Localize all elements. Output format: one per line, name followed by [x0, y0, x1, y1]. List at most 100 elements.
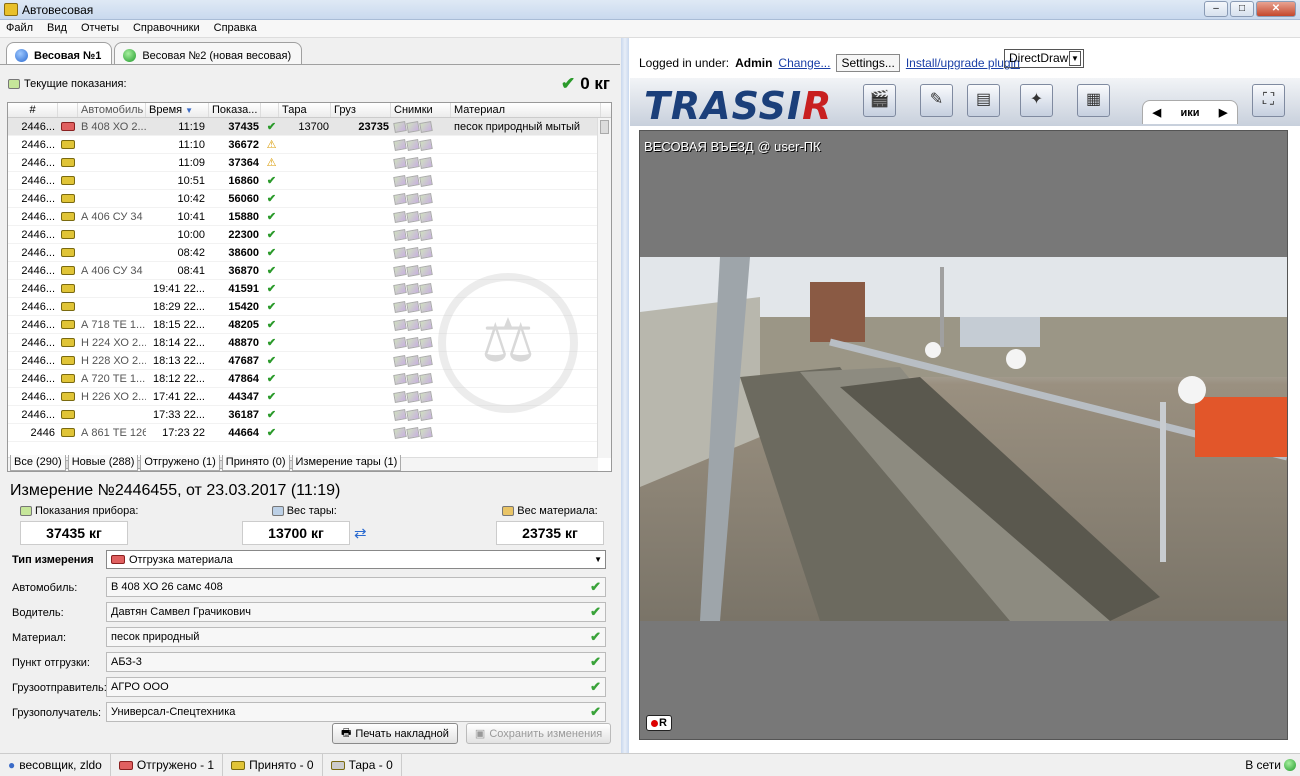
field-input[interactable]: В 408 ХО 26 самс 408 ✔: [106, 577, 606, 597]
snapshot-icon[interactable]: [393, 157, 407, 169]
field-input[interactable]: Универсал-Спецтехника ✔: [106, 702, 606, 722]
snapshot-icon[interactable]: [393, 121, 407, 133]
snapshot-icon[interactable]: [419, 373, 433, 385]
save-changes-button[interactable]: ▣ Сохранить изменения: [465, 723, 612, 744]
col-car[interactable]: Автомобиль: [78, 103, 146, 117]
table-row[interactable]: 2446... 10:00 22300 ✔: [8, 226, 611, 244]
snapshot-icon[interactable]: [393, 319, 407, 331]
snapshot-icon[interactable]: [406, 247, 420, 259]
maximize-button[interactable]: □: [1230, 1, 1254, 17]
render-mode-select[interactable]: DirectDraw ▼: [1004, 49, 1084, 68]
snapshot-icon[interactable]: [419, 391, 433, 403]
record-button[interactable]: R: [646, 715, 672, 731]
snapshot-icon[interactable]: [406, 121, 420, 133]
snapshot-icon[interactable]: [406, 265, 420, 277]
filter-new[interactable]: Новые (288): [67, 455, 139, 471]
col-load[interactable]: Груз: [331, 103, 391, 117]
snapshot-icon[interactable]: [419, 121, 433, 133]
table-row[interactable]: 2446... 10:42 56060 ✔: [8, 190, 611, 208]
magic-wand-icon[interactable]: ✦: [1020, 84, 1053, 117]
snapshot-icon[interactable]: [419, 211, 433, 223]
clapper-icon[interactable]: 🎬: [863, 84, 896, 117]
snapshot-icon[interactable]: [406, 157, 420, 169]
col-snapshots[interactable]: Снимки: [391, 103, 451, 117]
type-select[interactable]: Отгрузка материала ▼: [106, 550, 606, 569]
snapshot-icon[interactable]: [393, 283, 407, 295]
col-tare[interactable]: Тара: [279, 103, 331, 117]
col-material[interactable]: Материал: [451, 103, 601, 117]
col-time[interactable]: Время ▼: [146, 103, 209, 117]
table-row[interactable]: 2446... А 406 СУ 34 10:41 15880 ✔: [8, 208, 611, 226]
snapshot-icon[interactable]: [406, 391, 420, 403]
snapshot-icon[interactable]: [406, 175, 420, 187]
snapshot-icon[interactable]: [419, 265, 433, 277]
edit-icon[interactable]: ✎: [920, 84, 953, 117]
grid-layout-icon[interactable]: ▦: [1077, 84, 1110, 117]
snapshot-icon[interactable]: [419, 247, 433, 259]
scroll-thumb[interactable]: [600, 120, 609, 134]
snapshot-icon[interactable]: [419, 301, 433, 313]
snapshot-icon[interactable]: [419, 139, 433, 151]
vertical-scrollbar[interactable]: [597, 118, 611, 458]
camera-view-area[interactable]: ВЕСОВАЯ ВЪЕЗД @ user-ПК R: [639, 130, 1288, 740]
snapshot-icon[interactable]: [393, 175, 407, 187]
menu-file[interactable]: Файл: [6, 22, 33, 37]
filter-shipped[interactable]: Отгружено (1): [140, 455, 220, 471]
print-invoice-button[interactable]: 🖶 Печать накладной: [332, 723, 458, 744]
snapshot-icon[interactable]: [419, 175, 433, 187]
snapshot-icon[interactable]: [419, 427, 433, 439]
filter-tare[interactable]: Измерение тары (1): [291, 455, 402, 471]
table-row[interactable]: 2446... 11:09 37364 ⚠: [8, 154, 611, 172]
field-input[interactable]: АБЗ-3 ✔: [106, 652, 606, 672]
snapshot-icon[interactable]: [393, 301, 407, 313]
snapshot-icon[interactable]: [393, 211, 407, 223]
snapshot-icon[interactable]: [393, 229, 407, 241]
table-row[interactable]: 2446... 10:51 16860 ✔: [8, 172, 611, 190]
refresh-icon[interactable]: ⇄: [354, 524, 367, 542]
document-icon[interactable]: ▤: [967, 84, 1000, 117]
snapshot-icon[interactable]: [406, 373, 420, 385]
menu-help[interactable]: Справка: [214, 22, 257, 37]
snapshot-icon[interactable]: [393, 337, 407, 349]
minimize-button[interactable]: –: [1204, 1, 1228, 17]
snapshot-icon[interactable]: [393, 409, 407, 421]
install-plugin-link[interactable]: Install/upgrade plugin: [906, 56, 1020, 70]
menu-directories[interactable]: Справочники: [133, 22, 200, 37]
col-status[interactable]: [261, 103, 279, 117]
snapshot-icon[interactable]: [419, 355, 433, 367]
field-input[interactable]: Давтян Самвел Грачикович ✔: [106, 602, 606, 622]
change-link[interactable]: Change...: [778, 56, 830, 70]
fullscreen-icon[interactable]: ⛶: [1252, 84, 1285, 117]
menu-view[interactable]: Вид: [47, 22, 67, 37]
col-id[interactable]: #: [8, 103, 58, 117]
snapshot-icon[interactable]: [406, 283, 420, 295]
measurements-table[interactable]: # Автомобиль Время ▼ Показа... Тара Груз…: [7, 102, 612, 472]
tab-scale-1[interactable]: Весовая №1: [6, 42, 113, 64]
field-input[interactable]: АГРО ООО ✔: [106, 677, 606, 697]
snapshot-icon[interactable]: [406, 139, 420, 151]
snapshot-icon[interactable]: [419, 193, 433, 205]
col-reading[interactable]: Показа...: [209, 103, 261, 117]
tab-scale-2[interactable]: Весовая №2 (новая весовая): [114, 42, 303, 64]
close-button[interactable]: ✕: [1256, 1, 1296, 17]
snapshot-icon[interactable]: [419, 337, 433, 349]
snapshot-icon[interactable]: [393, 355, 407, 367]
menu-reports[interactable]: Отчеты: [81, 22, 119, 37]
snapshot-icon[interactable]: [393, 427, 407, 439]
snapshot-icon[interactable]: [419, 229, 433, 241]
filter-all[interactable]: Все (290): [10, 455, 66, 471]
arrow-left-icon[interactable]: ◀: [1153, 106, 1161, 119]
table-row[interactable]: 2446 А 861 ТЕ 126 17:23 22 44664 ✔: [8, 424, 611, 442]
snapshot-icon[interactable]: [406, 337, 420, 349]
snapshot-icon[interactable]: [406, 229, 420, 241]
snapshot-icon[interactable]: [393, 139, 407, 151]
snapshot-icon[interactable]: [406, 409, 420, 421]
snapshot-icon[interactable]: [406, 211, 420, 223]
settings-button[interactable]: Settings...: [836, 54, 900, 72]
snapshot-icon[interactable]: [406, 427, 420, 439]
snapshot-icon[interactable]: [406, 319, 420, 331]
snapshot-icon[interactable]: [419, 283, 433, 295]
snapshot-icon[interactable]: [393, 247, 407, 259]
col-icon[interactable]: [58, 103, 78, 117]
snapshot-icon[interactable]: [393, 193, 407, 205]
